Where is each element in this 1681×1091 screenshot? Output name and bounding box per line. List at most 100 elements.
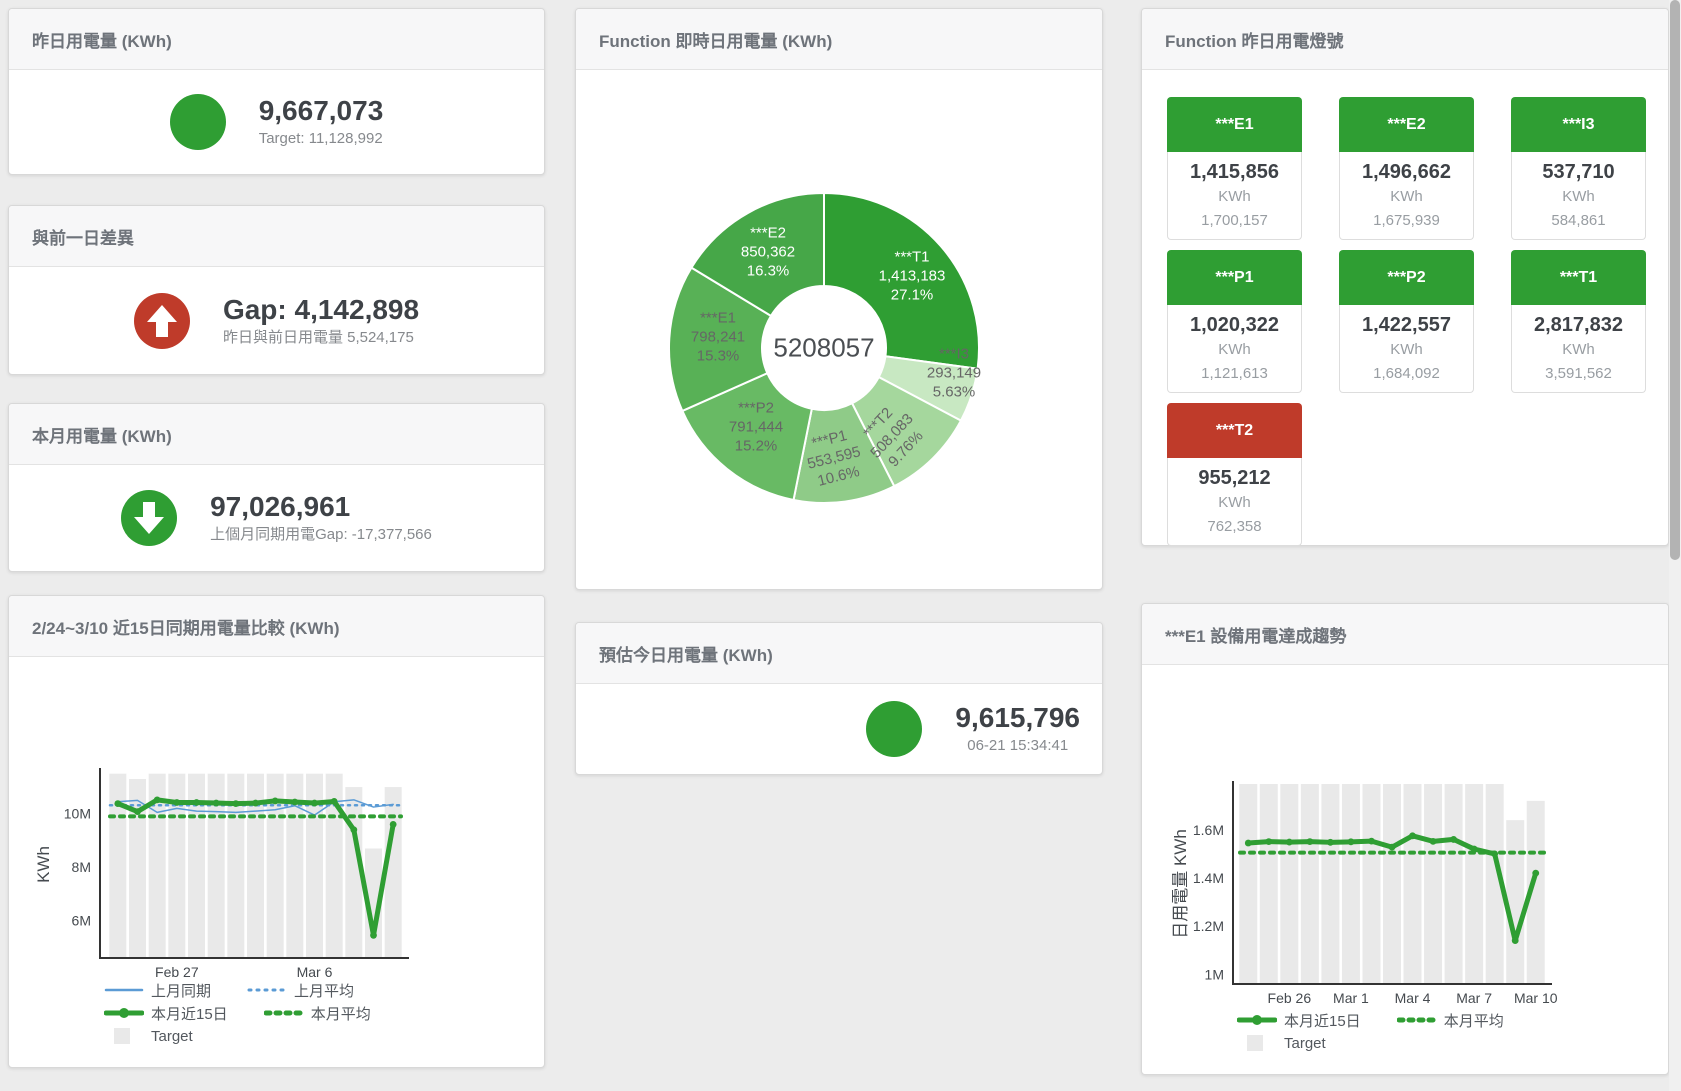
trend-chart[interactable]: 1.6M1.4M1.2M1M日用電量 KWhFeb 26Mar 1Mar 4Ma… xyxy=(1142,604,1670,1076)
data-point[interactable] xyxy=(154,796,161,803)
data-point[interactable] xyxy=(272,798,279,805)
data-point[interactable] xyxy=(350,826,357,833)
data-point[interactable] xyxy=(193,799,200,806)
light-tile-target: 1,700,157 xyxy=(1168,209,1301,233)
metric-row: 9,667,073 Target: 11,128,992 xyxy=(9,70,544,174)
data-point[interactable] xyxy=(1430,838,1437,845)
data-point[interactable] xyxy=(134,808,141,815)
target-bar[interactable] xyxy=(1321,784,1339,984)
x-tick-label: Mar 6 xyxy=(297,964,333,980)
target-bar[interactable] xyxy=(1342,784,1360,984)
energy-dashboard: 昨日用電量 (KWh) 9,667,073 Target: 11,128,992… xyxy=(0,0,1681,1091)
data-point[interactable] xyxy=(370,932,377,939)
panel-header[interactable]: 與前一日差異 xyxy=(9,206,544,267)
data-point[interactable] xyxy=(232,800,239,807)
light-tile-body: 1,020,322KWh1,121,613 xyxy=(1167,305,1302,393)
light-tile-name: ***E1 xyxy=(1167,97,1302,152)
x-tick-label: Mar 7 xyxy=(1456,990,1492,1006)
x-tick-label: Mar 4 xyxy=(1395,990,1431,1006)
target-bar[interactable] xyxy=(1362,784,1380,984)
light-tile-unit: KWh xyxy=(1168,491,1301,515)
legend-item[interactable]: 上月同期 xyxy=(104,980,211,1001)
data-point[interactable] xyxy=(213,800,220,807)
legend-swatch-line xyxy=(104,982,144,998)
y-axis-title: 日用電量 KWh xyxy=(1171,829,1190,939)
y-tick-label: 1M xyxy=(1205,966,1224,982)
target-bar[interactable] xyxy=(1424,784,1442,984)
legend-row: 上月同期 上月平均 xyxy=(104,980,371,1000)
data-point[interactable] xyxy=(1306,838,1313,845)
data-point[interactable] xyxy=(1532,870,1539,877)
data-point[interactable] xyxy=(1368,838,1375,845)
data-point[interactable] xyxy=(331,798,338,805)
data-point[interactable] xyxy=(1245,840,1252,847)
panel-title: 昨日用電量 (KWh) xyxy=(32,27,172,52)
target-bar[interactable] xyxy=(385,787,402,958)
data-point[interactable] xyxy=(1265,838,1272,845)
legend-swatch-box xyxy=(104,1028,144,1044)
panel-header[interactable]: 昨日用電量 (KWh) xyxy=(9,9,544,70)
legend-swatch-dash-thick xyxy=(1397,1012,1437,1028)
page-scrollbar[interactable] xyxy=(1669,0,1681,1091)
y-tick-label: 8M xyxy=(72,859,91,875)
month-usage-gap: 上個月同期用電Gap: -17,377,566 xyxy=(210,524,432,546)
legend-swatch-dash xyxy=(247,982,287,998)
trend-chart-legend: 本月近15日 本月平均 Target xyxy=(1237,1010,1504,1053)
y-tick-label: 6M xyxy=(72,913,91,929)
target-bar[interactable] xyxy=(1383,784,1401,984)
legend-item[interactable]: 本月近15日 xyxy=(104,1003,228,1024)
light-tile-name: ***E2 xyxy=(1339,97,1474,152)
light-tile-body: 1,415,856KWh1,700,157 xyxy=(1167,152,1302,240)
data-point[interactable] xyxy=(1348,838,1355,845)
legend-swatch-dash-thick xyxy=(264,1005,304,1021)
data-point[interactable] xyxy=(390,821,397,828)
target-bar[interactable] xyxy=(1506,820,1524,984)
legend-item[interactable]: 本月近15日 xyxy=(1237,1010,1361,1031)
light-tile-I3: ***I3537,710KWh584,861 xyxy=(1511,97,1646,240)
target-bar[interactable] xyxy=(1280,784,1298,984)
data-point[interactable] xyxy=(1327,839,1334,846)
legend-item[interactable]: 本月平均 xyxy=(264,1003,371,1024)
data-point[interactable] xyxy=(1389,844,1396,851)
target-bar[interactable] xyxy=(1301,784,1319,984)
panel-title: 預估今日用電量 (KWh) xyxy=(599,641,773,666)
legend-item[interactable]: Target xyxy=(104,1028,193,1045)
light-tile-name: ***P2 xyxy=(1339,250,1474,305)
light-tile-body: 537,710KWh584,861 xyxy=(1511,152,1646,240)
data-point[interactable] xyxy=(291,799,298,806)
legend-swatch-thick xyxy=(1237,1012,1277,1028)
data-point[interactable] xyxy=(1450,836,1457,843)
arrow-down-icon xyxy=(121,490,177,546)
legend-item[interactable]: Target xyxy=(1237,1035,1326,1052)
light-tile-value: 1,422,557 xyxy=(1340,312,1473,338)
panel-header[interactable]: 預估今日用電量 (KWh) xyxy=(576,623,1102,684)
panel-title: 本月用電量 (KWh) xyxy=(32,422,172,447)
data-point[interactable] xyxy=(1409,832,1416,839)
light-tile-name: ***T1 xyxy=(1511,250,1646,305)
light-tile-target: 3,591,562 xyxy=(1512,362,1645,386)
scrollbar-thumb[interactable] xyxy=(1670,0,1680,560)
legend-item[interactable]: 上月平均 xyxy=(247,980,354,1001)
data-point[interactable] xyxy=(1512,937,1519,944)
target-bar[interactable] xyxy=(1260,784,1278,984)
arrow-up-icon xyxy=(134,293,190,349)
donut-chart[interactable]: ***T11,413,18327.1%***I3293,1495.63%***T… xyxy=(576,9,1104,591)
target-bar[interactable] xyxy=(1445,784,1463,984)
target-bar[interactable] xyxy=(1465,784,1483,984)
day-gap-value: Gap: 4,142,898 xyxy=(223,293,419,327)
x-tick-label: Mar 1 xyxy=(1333,990,1369,1006)
donut-slice-T1[interactable] xyxy=(824,193,979,369)
panel-header[interactable]: 本月用電量 (KWh) xyxy=(9,404,544,465)
target-bar[interactable] xyxy=(1239,784,1257,984)
data-point[interactable] xyxy=(311,800,318,807)
metric-row: 97,026,961 上個月同期用電Gap: -17,377,566 xyxy=(9,465,544,571)
target-bar[interactable] xyxy=(1404,784,1422,984)
panel-e1-trend: ***E1 設備用電達成趨勢 1.6M1.4M1.2M1M日用電量 KWhFeb… xyxy=(1141,603,1669,1075)
data-point[interactable] xyxy=(173,799,180,806)
data-point[interactable] xyxy=(1286,839,1293,846)
data-point[interactable] xyxy=(114,800,121,807)
legend-label: 上月同期 xyxy=(151,980,211,1001)
yesterday-usage-value: 9,667,073 xyxy=(259,94,384,128)
legend-item[interactable]: 本月平均 xyxy=(1397,1010,1504,1031)
data-point[interactable] xyxy=(252,800,259,807)
